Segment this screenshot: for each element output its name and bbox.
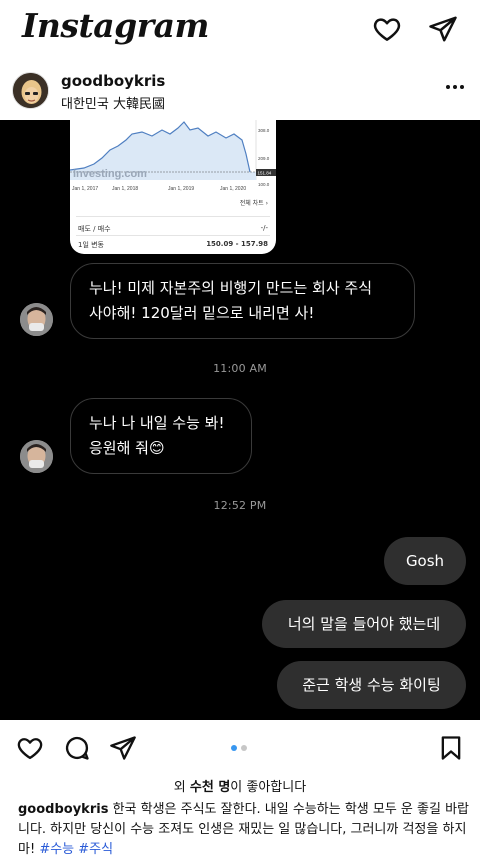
stock-chart: Investing.com 308.0 209.0 151.84 100.0 J… — [70, 120, 276, 192]
shared-stock-card: Investing.com 308.0 209.0 151.84 100.0 J… — [70, 120, 276, 254]
message-line: 응원해 줘😊 — [89, 439, 165, 457]
price-label: 308.0 — [258, 128, 270, 133]
bid-ask-value: -/- — [260, 224, 268, 232]
outgoing-message[interactable]: 너의 말을 들어야 했는데 — [262, 600, 466, 648]
comment-icon[interactable] — [63, 734, 91, 762]
hashtag[interactable]: #수능 — [39, 842, 74, 857]
outgoing-message[interactable]: 준근 학생 수능 화이팅 — [277, 661, 466, 709]
axis-label: Jan 1, 2017 — [72, 186, 98, 192]
outgoing-message[interactable]: Gosh — [384, 537, 466, 585]
price-label: 100.0 — [258, 182, 270, 187]
share-icon[interactable] — [109, 734, 137, 762]
carousel-indicator — [229, 745, 253, 753]
investing-watermark: Investing.com — [73, 168, 147, 180]
divider — [76, 235, 270, 236]
post-header: goodboykris 대한민국 大韓民國 — [0, 62, 480, 120]
post-caption: goodboykris 한국 학생은 주식도 잘한다. 내일 수능하는 학생 모… — [18, 800, 470, 860]
likes-prefix: 외 — [173, 780, 190, 795]
likes-count[interactable]: 외 수천 명이 좋아합니다 — [0, 776, 480, 795]
day-range-value: 150.09 - 157.98 — [206, 240, 268, 248]
bookmark-icon[interactable] — [437, 734, 465, 762]
hashtag[interactable]: #주식 — [78, 842, 113, 857]
sender-avatar — [20, 303, 53, 336]
more-icon[interactable] — [444, 82, 466, 92]
incoming-message[interactable]: 누나! 미제 자본주의 비행기 만드는 회사 주식 사야해! 120달러 밑으로… — [70, 263, 415, 339]
price-label: 151.84 — [258, 171, 272, 176]
send-icon[interactable] — [428, 14, 458, 44]
heart-icon[interactable] — [372, 14, 402, 44]
axis-label: Jan 1, 2018 — [112, 186, 138, 192]
incoming-message[interactable]: 누나 나 내일 수능 봐! 응원해 줘😊 — [70, 398, 252, 474]
bid-ask-label: 매도 / 매수 — [78, 225, 111, 233]
message-timestamp: 11:00 AM — [213, 362, 267, 375]
likes-bold: 수천 명 — [189, 780, 231, 795]
price-label: 209.0 — [258, 156, 270, 161]
divider — [76, 216, 270, 217]
post-location[interactable]: 대한민국 大韓民國 — [61, 93, 165, 112]
author-avatar[interactable] — [12, 72, 49, 109]
post-image[interactable]: Investing.com 308.0 209.0 151.84 100.0 J… — [0, 120, 480, 720]
instagram-logo[interactable]: Instagram — [22, 6, 209, 45]
likes-suffix: 이 좋아합니다 — [230, 780, 307, 795]
caption-username[interactable]: goodboykris — [18, 802, 108, 817]
axis-label: Jan 1, 2019 — [168, 186, 194, 192]
full-chart-link: 전체 차트 › — [239, 200, 268, 207]
axis-label: Jan 1, 2020 — [220, 186, 246, 192]
author-username[interactable]: goodboykris — [61, 72, 165, 90]
post-actions — [0, 720, 480, 776]
message-timestamp: 12:52 PM — [213, 499, 267, 512]
heart-icon[interactable] — [16, 734, 44, 762]
message-line: 누나 나 내일 수능 봐! — [89, 414, 225, 432]
carousel-dot-active — [231, 745, 237, 751]
day-range-label: 1일 변동 — [78, 241, 104, 249]
message-line: 사야해! 120달러 밑으로 내리면 사! — [89, 304, 315, 322]
carousel-dot — [241, 745, 247, 751]
message-line: 누나! 미제 자본주의 비행기 만드는 회사 주식 — [89, 279, 373, 297]
app-header: Instagram — [0, 0, 480, 58]
sender-avatar — [20, 440, 53, 473]
